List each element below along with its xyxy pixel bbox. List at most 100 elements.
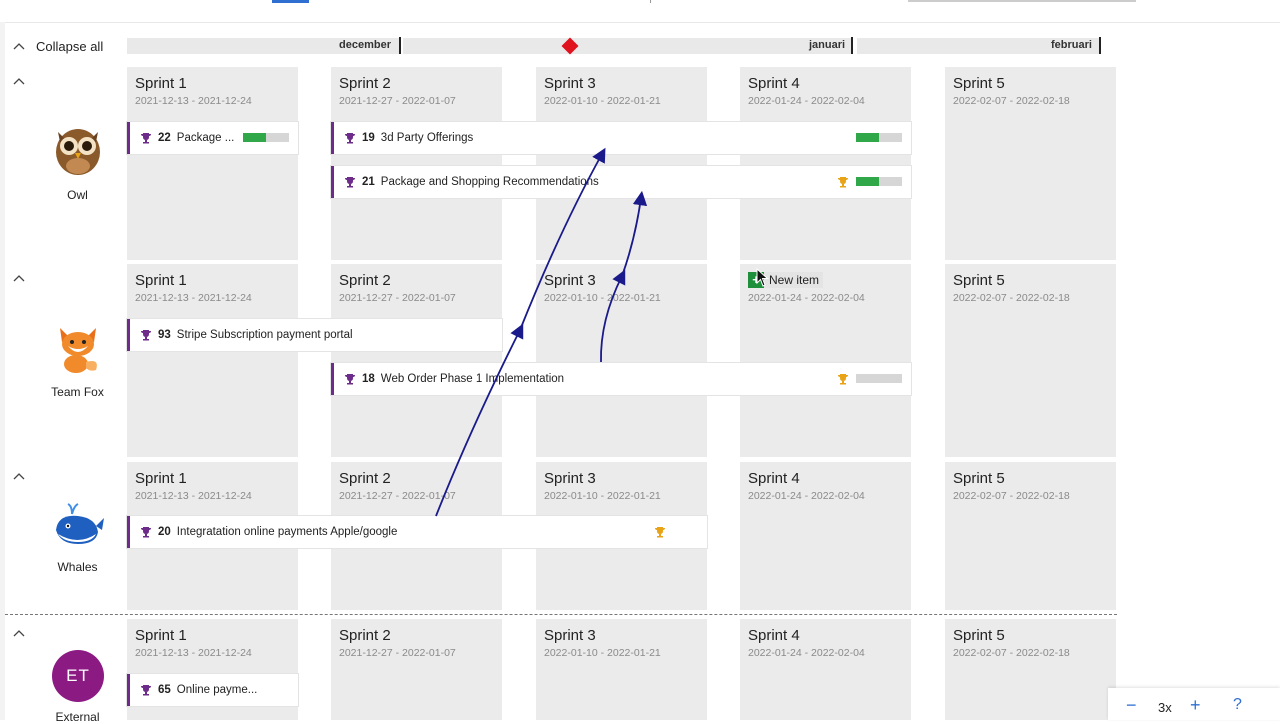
sprint-cell[interactable]: Sprint 2 2021-12-27 - 2022-01-07: [331, 67, 502, 260]
gold-trophy-icon: [655, 527, 665, 538]
feature-card[interactable]: 19 3d Party Offerings: [331, 122, 911, 154]
trophy-icon: [345, 177, 355, 188]
sprint-title: Sprint 2: [339, 75, 391, 92]
external-separator: [5, 614, 1117, 615]
sprint-dates: 2022-01-24 - 2022-02-04: [748, 95, 865, 107]
sprint-title: Sprint 2: [339, 627, 391, 644]
sprint-dates: 2021-12-13 - 2021-12-24: [135, 95, 252, 107]
collapse-lane-fox[interactable]: [12, 271, 26, 285]
feature-id: 18: [362, 373, 375, 385]
zoom-out-button[interactable]: −: [1126, 696, 1137, 714]
feature-card[interactable]: 65 Online payme...: [127, 674, 298, 706]
zoom-in-button[interactable]: +: [1190, 696, 1201, 714]
feature-id: 20: [158, 526, 171, 538]
trophy-icon: [141, 527, 151, 538]
feature-title: Web Order Phase 1 Implementation: [380, 373, 565, 385]
month-separator: [1099, 37, 1101, 54]
sprint-dates: 2022-02-07 - 2022-02-18: [953, 292, 1070, 304]
trophy-icon: [345, 133, 355, 144]
sprint-dates: 2021-12-13 - 2021-12-24: [135, 292, 252, 304]
collapse-all-label: Collapse all: [36, 38, 104, 54]
sprint-cell[interactable]: Sprint 3 2022-01-10 - 2022-01-21: [536, 67, 707, 260]
collapse-lane-external[interactable]: [12, 626, 26, 640]
sprint-dates: 2021-12-27 - 2022-01-07: [339, 490, 456, 502]
left-panel-edge: [0, 22, 5, 720]
progress-fill: [856, 177, 879, 186]
trophy-icon: [141, 685, 151, 696]
sprint-dates: 2022-01-24 - 2022-02-04: [748, 292, 865, 304]
team-name-fox: Team Fox: [51, 385, 104, 399]
month-label-februari: februari: [1051, 39, 1092, 51]
zoom-level: 3x: [1158, 700, 1172, 715]
sprint-dates: 2022-01-10 - 2022-01-21: [544, 292, 661, 304]
sprint-cell[interactable]: 2022-01-24 - 2022-02-04: [740, 264, 911, 457]
month-label-december: december: [339, 39, 391, 51]
feature-card[interactable]: 93 Stripe Subscription payment portal: [127, 319, 502, 351]
sprint-cell[interactable]: Sprint 2 2021-12-27 - 2022-01-07: [331, 264, 502, 457]
feature-id: 21: [362, 176, 375, 188]
sprint-title: Sprint 5: [953, 470, 1005, 487]
sprint-dates: 2022-01-24 - 2022-02-04: [748, 647, 865, 659]
sprint-cell[interactable]: Sprint 1 2021-12-13 - 2021-12-24: [127, 264, 298, 457]
collapse-lane-whales[interactable]: [12, 469, 26, 483]
month-separator: [399, 37, 401, 54]
sprint-title: Sprint 5: [953, 627, 1005, 644]
sprint-cell[interactable]: Sprint 5 2022-02-07 - 2022-02-18: [945, 264, 1116, 457]
owl-icon: [52, 124, 104, 176]
feature-id: 65: [158, 684, 171, 696]
trophy-icon: [141, 330, 151, 341]
new-item-label: New item: [769, 273, 820, 287]
sprint-cell[interactable]: Sprint 5 2022-02-07 - 2022-02-18: [945, 462, 1116, 610]
feature-id: 22: [158, 132, 171, 144]
progress-fill: [243, 133, 266, 142]
feature-title: Package ...: [176, 132, 235, 144]
gold-trophy-icon: [838, 177, 848, 188]
sprint-dates: 2022-02-07 - 2022-02-18: [953, 490, 1070, 502]
sprint-dates: 2021-12-27 - 2022-01-07: [339, 95, 456, 107]
sprint-dates: 2021-12-27 - 2022-01-07: [339, 647, 456, 659]
feature-card[interactable]: 18 Web Order Phase 1 Implementation: [331, 363, 911, 395]
sprint-cell[interactable]: Sprint 2 2021-12-27 - 2022-01-07: [331, 619, 502, 720]
sprint-title: Sprint 3: [544, 627, 596, 644]
top-toolbar: [0, 0, 1280, 23]
sprint-cell[interactable]: Sprint 4 2022-01-24 - 2022-02-04: [740, 462, 911, 610]
gold-trophy-icon: [838, 374, 848, 385]
sprint-cell[interactable]: Sprint 3 2022-01-10 - 2022-01-21: [536, 264, 707, 457]
sprint-title: Sprint 3: [544, 272, 596, 289]
search-field-edge[interactable]: [908, 0, 1136, 2]
feature-card[interactable]: 22 Package ...: [127, 122, 298, 154]
sprint-title: Sprint 4: [748, 627, 800, 644]
sprint-cell[interactable]: Sprint 5 2022-02-07 - 2022-02-18: [945, 67, 1116, 260]
avatar-external: ET: [52, 650, 104, 702]
feature-card[interactable]: 21 Package and Shopping Recommendations: [331, 166, 911, 198]
sprint-dates: 2022-01-10 - 2022-01-21: [544, 490, 661, 502]
chevron-up-icon: [12, 39, 26, 53]
feature-title: Stripe Subscription payment portal: [176, 329, 353, 341]
feature-card[interactable]: 20 Integratation online payments Apple/g…: [127, 516, 707, 548]
sprint-dates: 2021-12-13 - 2021-12-24: [135, 490, 252, 502]
sprint-title: Sprint 5: [953, 75, 1005, 92]
team-name-external: External: [55, 710, 100, 724]
sprint-title: Sprint 1: [135, 272, 187, 289]
sprint-title: Sprint 1: [135, 75, 187, 92]
collapse-all-button[interactable]: Collapse all: [12, 36, 103, 56]
sprint-cell[interactable]: Sprint 4 2022-01-24 - 2022-02-04: [740, 619, 911, 720]
feature-title: Package and Shopping Recommendations: [380, 176, 599, 188]
month-separator: [851, 37, 853, 54]
sprint-dates: 2022-01-10 - 2022-01-21: [544, 647, 661, 659]
collapse-lane-owl[interactable]: [12, 74, 26, 88]
sprint-title: Sprint 2: [339, 272, 391, 289]
trophy-icon: [345, 374, 355, 385]
help-button[interactable]: ?: [1233, 696, 1242, 714]
chevron-up-icon: [13, 630, 25, 637]
fox-icon: [52, 322, 104, 374]
sprint-cell[interactable]: Sprint 4 2022-01-24 - 2022-02-04: [740, 67, 911, 260]
feature-title: Integratation online payments Apple/goog…: [176, 526, 398, 538]
toolbar-separator: [650, 0, 651, 3]
sprint-cell[interactable]: Sprint 1 2021-12-13 - 2021-12-24: [127, 67, 298, 260]
sprint-title: Sprint 5: [953, 272, 1005, 289]
sprint-cell[interactable]: Sprint 5 2022-02-07 - 2022-02-18: [945, 619, 1116, 720]
sprint-cell[interactable]: Sprint 3 2022-01-10 - 2022-01-21: [536, 619, 707, 720]
progress-bar: [243, 133, 289, 142]
feature-id: 19: [362, 132, 375, 144]
